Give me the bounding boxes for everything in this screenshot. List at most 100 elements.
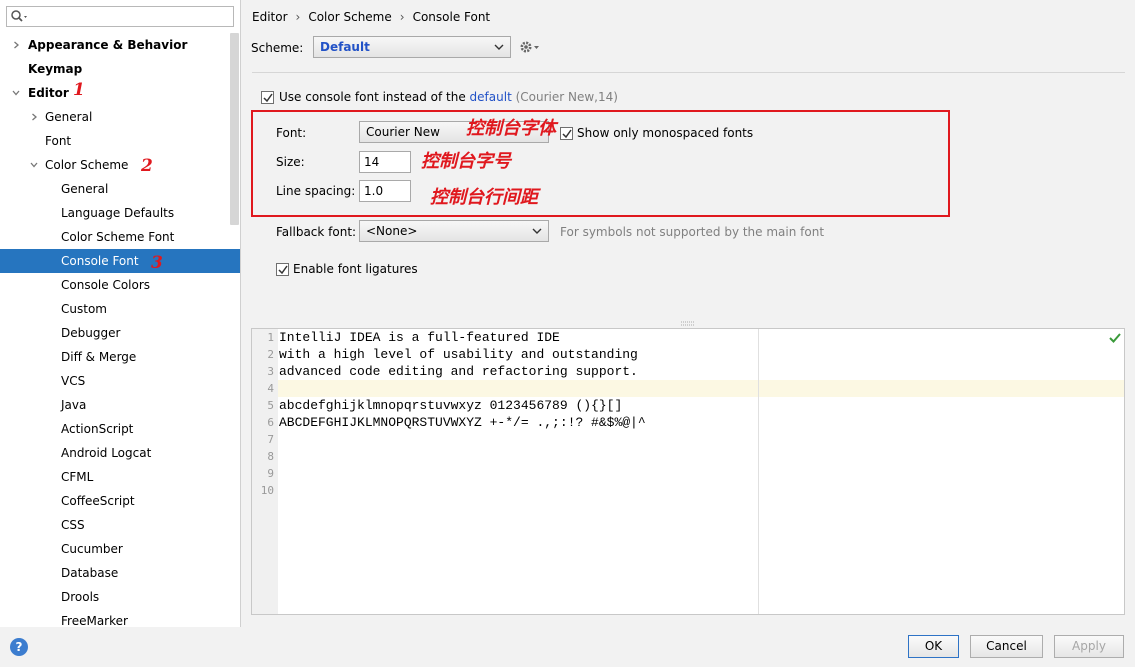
apply-button[interactable]: Apply bbox=[1054, 635, 1124, 658]
breadcrumb-color-scheme[interactable]: Color Scheme bbox=[308, 10, 391, 24]
splitter-grip-icon[interactable] bbox=[680, 321, 696, 327]
sidebar-item-keymap[interactable]: Keymap bbox=[0, 57, 240, 81]
scheme-dropdown[interactable]: Default bbox=[313, 36, 511, 58]
breadcrumb-editor[interactable]: Editor bbox=[252, 10, 288, 24]
gear-icon[interactable] bbox=[519, 39, 541, 55]
checkmark-icon bbox=[263, 93, 273, 103]
sidebar-item-label: Drools bbox=[61, 590, 100, 604]
chevron-down-icon[interactable] bbox=[30, 161, 38, 169]
breadcrumb-separator-icon: › bbox=[295, 10, 301, 24]
right-margin-guide bbox=[758, 329, 759, 614]
sidebar-item-label: CoffeeScript bbox=[61, 494, 135, 508]
sidebar-item-coffeescript[interactable]: CoffeeScript bbox=[0, 489, 240, 513]
sidebar-item-console-font[interactable]: Console Font bbox=[0, 249, 240, 273]
breadcrumb: Editor › Color Scheme › Console Font bbox=[252, 10, 490, 26]
sidebar-item-diff-merge[interactable]: Diff & Merge bbox=[0, 345, 240, 369]
sidebar-item-general[interactable]: General bbox=[0, 105, 240, 129]
sidebar-item-actionscript[interactable]: ActionScript bbox=[0, 417, 240, 441]
scheme-label: Scheme: bbox=[251, 41, 304, 55]
settings-sidebar: Appearance & Behavior Keymap Editor General… bbox=[0, 0, 241, 627]
sidebar-item-label: Cucumber bbox=[61, 542, 123, 556]
cancel-button[interactable]: Cancel bbox=[970, 635, 1043, 658]
sidebar-item-label: VCS bbox=[61, 374, 86, 388]
sidebar-item-label: FreeMarker bbox=[61, 614, 128, 627]
use-console-font-checkbox[interactable] bbox=[261, 91, 274, 104]
size-label: Size: bbox=[276, 155, 305, 169]
checkmark-icon bbox=[562, 129, 572, 139]
sidebar-item-label: Custom bbox=[61, 302, 107, 316]
preview-code-line: abcdefghijklmnopqrstuvwxyz 0123456789 ()… bbox=[279, 398, 623, 413]
sidebar-item-color-scheme[interactable]: Color Scheme bbox=[0, 153, 240, 177]
sidebar-item-font[interactable]: Font bbox=[0, 129, 240, 153]
sidebar-item-label: Java bbox=[61, 398, 87, 412]
chevron-down-icon bbox=[494, 44, 504, 50]
annotation-console-line-spacing: 控制台行间距 bbox=[430, 187, 538, 208]
sidebar-item-editor[interactable]: Editor bbox=[0, 81, 240, 105]
sidebar-item-database[interactable]: Database bbox=[0, 561, 240, 585]
sidebar-item-custom[interactable]: Custom bbox=[0, 297, 240, 321]
sidebar-item-label: Font bbox=[45, 134, 72, 148]
line-number-gutter: 1 2 3 4 5 6 7 8 9 10 bbox=[252, 329, 278, 614]
annotation-number-1: 1 bbox=[73, 80, 85, 100]
fallback-font-hint: For symbols not supported by the main fo… bbox=[560, 225, 825, 239]
line-number: 5 bbox=[267, 399, 274, 412]
sidebar-item-label: General bbox=[61, 182, 109, 196]
sidebar-item-label: Debugger bbox=[61, 326, 121, 340]
sidebar-item-vcs[interactable]: VCS bbox=[0, 369, 240, 393]
line-number: 3 bbox=[267, 365, 274, 378]
font-value: Courier New bbox=[366, 125, 440, 139]
search-icon bbox=[11, 10, 27, 22]
sidebar-item-drools[interactable]: Drools bbox=[0, 585, 240, 609]
default-font-link[interactable]: default bbox=[470, 90, 512, 104]
sidebar-item-label: Language Defaults bbox=[61, 206, 175, 220]
sidebar-item-label: Color Scheme bbox=[45, 158, 129, 172]
dialog-button-bar: ? OK Cancel Apply bbox=[0, 627, 1135, 667]
sidebar-item-appearance-behavior[interactable]: Appearance & Behavior bbox=[0, 33, 240, 57]
ok-button[interactable]: OK bbox=[908, 635, 959, 658]
font-ligatures-checkbox[interactable] bbox=[276, 263, 289, 276]
sidebar-item-label: CSS bbox=[61, 518, 85, 532]
sidebar-item-label: Appearance & Behavior bbox=[28, 38, 188, 52]
chevron-right-icon[interactable] bbox=[12, 41, 20, 49]
sidebar-item-android-logcat[interactable]: Android Logcat bbox=[0, 441, 240, 465]
sidebar-item-label: Editor bbox=[28, 86, 69, 100]
preview-code-line: ABCDEFGHIJKLMNOPQRSTUVWXYZ +-*/= .,;:!? … bbox=[279, 415, 646, 430]
sidebar-item-label: General bbox=[45, 110, 93, 124]
fallback-font-dropdown[interactable]: <None> bbox=[359, 220, 549, 242]
scheme-value: Default bbox=[320, 40, 370, 54]
font-preview-editor[interactable]: 1 2 3 4 5 6 7 8 9 10 IntelliJ IDEA is a full-feat… bbox=[251, 328, 1125, 615]
sidebar-item-console-colors[interactable]: Console Colors bbox=[0, 273, 240, 297]
sidebar-item-java[interactable]: Java bbox=[0, 393, 240, 417]
line-number: 1 bbox=[267, 331, 274, 344]
default-font-detail: (Courier New,14) bbox=[511, 90, 618, 104]
sidebar-item-color-scheme-font[interactable]: Color Scheme Font bbox=[0, 225, 240, 249]
sidebar-item-cfml[interactable]: CFML bbox=[0, 465, 240, 489]
sidebar-item-cucumber[interactable]: Cucumber bbox=[0, 537, 240, 561]
sidebar-item-label: Keymap bbox=[28, 62, 83, 76]
font-label: Font: bbox=[276, 126, 307, 140]
line-number: 6 bbox=[267, 416, 274, 429]
line-number: 10 bbox=[260, 484, 274, 497]
help-icon[interactable]: ? bbox=[10, 638, 28, 656]
line-number: 7 bbox=[267, 433, 274, 446]
size-input[interactable]: 14 bbox=[359, 151, 411, 173]
sidebar-item-label: Android Logcat bbox=[61, 446, 152, 460]
sidebar-item-language-defaults[interactable]: Language Defaults bbox=[0, 201, 240, 225]
sidebar-item-general[interactable]: General bbox=[0, 177, 240, 201]
chevron-down-icon bbox=[532, 228, 542, 234]
annotation-console-font: 控制台字体 bbox=[466, 118, 556, 139]
sidebar-item-label: Color Scheme Font bbox=[61, 230, 175, 244]
sidebar-scrollbar[interactable] bbox=[230, 33, 239, 225]
fallback-font-label: Fallback font: bbox=[276, 225, 357, 239]
font-ligatures-label: Enable font ligatures bbox=[293, 262, 418, 276]
annotation-number-2: 2 bbox=[141, 156, 153, 176]
chevron-down-icon[interactable] bbox=[12, 89, 20, 97]
sidebar-item-freemarker[interactable]: FreeMarker bbox=[0, 609, 240, 627]
settings-search-input[interactable] bbox=[6, 6, 234, 27]
sidebar-item-css[interactable]: CSS bbox=[0, 513, 240, 537]
line-spacing-input[interactable]: 1.0 bbox=[359, 180, 411, 202]
sidebar-item-debugger[interactable]: Debugger bbox=[0, 321, 240, 345]
chevron-right-icon[interactable] bbox=[30, 113, 38, 121]
breadcrumb-separator-icon: › bbox=[399, 10, 405, 24]
monospace-only-checkbox[interactable] bbox=[560, 127, 573, 140]
